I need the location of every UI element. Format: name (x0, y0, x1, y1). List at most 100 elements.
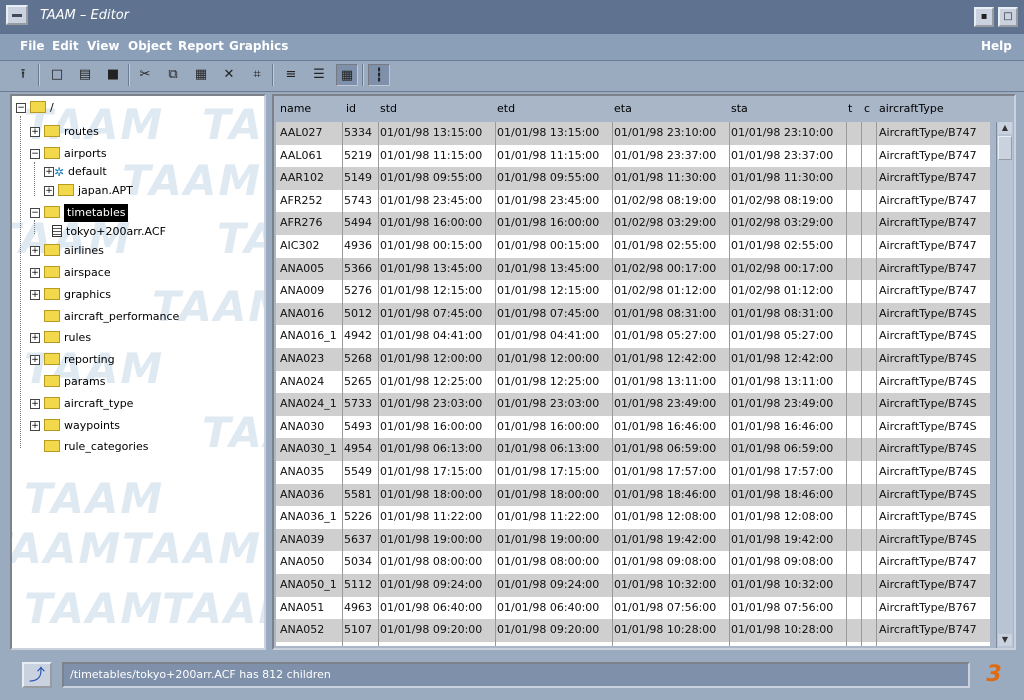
new-file-icon[interactable]: □ (46, 64, 68, 86)
table-view-icon[interactable]: ▦ (336, 64, 358, 86)
cell-etd: 01/01/98 16:00:00 (497, 419, 600, 433)
menu-help[interactable]: Help (981, 39, 1012, 53)
status-message: /timetables/tokyo+200arr.ACF has 812 chi… (62, 662, 970, 688)
column-header-etd[interactable]: etd (497, 102, 515, 115)
cell-aircraft-type: AircraftType/B747 (879, 578, 977, 591)
find-icon[interactable]: ⌗ (246, 64, 268, 86)
save-icon[interactable]: ■ (102, 64, 124, 86)
table-row[interactable]: AFR252 5743 01/01/98 23:45:00 01/01/98 23:4… (276, 189, 990, 213)
cut-icon[interactable]: ✂ (134, 64, 156, 86)
expand-icon[interactable]: + (30, 355, 40, 365)
expand-icon[interactable]: + (44, 167, 54, 177)
table-row[interactable]: ANA035 5549 01/01/98 17:15:00 01/01/98 17:1… (276, 461, 990, 484)
maximize-button[interactable]: □ (998, 7, 1018, 27)
collapse-icon[interactable]: − (30, 149, 40, 159)
table-row[interactable]: ANA005 5366 01/01/98 13:45:00 01/01/98 13:4… (276, 257, 990, 281)
menu-report[interactable]: Report (178, 39, 224, 53)
table-row[interactable]: AIC302 4936 01/01/98 00:15:00 01/01/98 00:1… (276, 235, 990, 258)
scrollbar-thumb[interactable] (998, 136, 1012, 160)
collapse-icon[interactable]: − (30, 208, 40, 218)
folder-icon (44, 419, 60, 431)
up-folder-icon[interactable]: ⭱ (12, 64, 34, 86)
column-header-name[interactable]: name (280, 102, 311, 115)
table-row[interactable]: ANA024 5265 01/01/98 12:25:00 01/01/98 12:2… (276, 370, 990, 394)
menu-edit[interactable]: Edit (52, 39, 79, 53)
table-row[interactable]: ANA023 5268 01/01/98 12:00:00 01/01/98 12:0… (276, 348, 990, 371)
table-row[interactable]: AAL027 5334 01/01/98 13:15:00 01/01/98 13:1… (276, 122, 990, 145)
cell-std: 01/01/98 09:24:00 (380, 578, 483, 591)
table-body[interactable]: AAL027 5334 01/01/98 13:15:00 01/01/98 13:1… (276, 122, 990, 646)
table-row[interactable]: AAR102 5149 01/01/98 09:55:00 01/01/98 09:5… (276, 167, 990, 190)
copy-icon[interactable]: ⧉ (162, 64, 184, 86)
delete-icon[interactable]: ✕ (218, 64, 240, 86)
window-title: TAAM – Editor (40, 8, 129, 23)
expand-icon[interactable]: + (30, 421, 40, 431)
file-icon (52, 225, 62, 237)
column-header-t[interactable]: t (848, 102, 852, 115)
column-header-c[interactable]: c (864, 102, 870, 115)
table-row[interactable]: ANA050_1 5112 01/01/98 09:24:00 01/01/98 09… (276, 574, 990, 597)
menu-graphics[interactable]: Graphics (229, 39, 288, 53)
cell-etd: 01/01/98 11:15:00 (497, 148, 600, 162)
tree-pane[interactable]: TAAM TA TAAM TAAM TA TAAM TAAM TAAM TAAM… (10, 94, 266, 650)
expand-icon[interactable]: + (44, 186, 54, 196)
scroll-down-icon[interactable]: ▼ (998, 634, 1012, 646)
rename-icon[interactable]: ≡ (280, 64, 302, 86)
expand-icon[interactable]: + (30, 333, 40, 343)
table-row[interactable]: AAL061 5219 01/01/98 11:15:00 01/01/98 11:1… (276, 144, 990, 168)
list-view-icon[interactable]: ☰ (308, 64, 330, 86)
table-row[interactable]: ANA009 5276 01/01/98 12:15:00 01/01/98 12:1… (276, 280, 990, 303)
cell-etd: 01/01/98 09:24:00 (497, 578, 600, 591)
minimize-button[interactable]: ▪ (974, 7, 994, 27)
expand-icon[interactable]: + (30, 127, 40, 137)
table-row[interactable]: ANA030 5493 01/01/98 16:00:00 01/01/98 16:0… (276, 415, 990, 439)
table-row[interactable]: ANA030_1 4954 01/01/98 06:13:00 01/01/98 06… (276, 438, 990, 461)
cell-name: AAL061 (280, 148, 323, 162)
menu-object[interactable]: Object (128, 39, 172, 53)
expand-icon[interactable]: + (30, 246, 40, 256)
cell-std: 01/01/98 07:45:00 (380, 306, 483, 320)
menu-file[interactable]: File (20, 39, 45, 53)
tree-view-icon[interactable]: ┇ (368, 64, 390, 86)
folder-icon (30, 101, 46, 113)
cell-sta: 01/01/98 19:42:00 (731, 532, 834, 546)
table-row[interactable]: ANA016_1 4942 01/01/98 04:41:00 01/01/98 04… (276, 325, 990, 348)
window-menu-button[interactable] (6, 5, 28, 25)
expand-icon[interactable]: + (30, 399, 40, 409)
table-row[interactable]: AFR276 5494 01/01/98 16:00:00 01/01/98 16:0… (276, 212, 990, 235)
table-row[interactable]: ANA050 5034 01/01/98 08:00:00 01/01/98 08:0… (276, 551, 990, 574)
cell-aircraft-type: AircraftType/B747 (879, 623, 977, 637)
open-folder-icon[interactable]: ▤ (74, 64, 96, 86)
cell-eta: 01/01/98 12:42:00 (614, 352, 717, 365)
cell-etd: 01/01/98 18:00:00 (497, 487, 600, 501)
table-row[interactable]: ANA036 5581 01/01/98 18:00:00 01/01/98 18:0… (276, 483, 990, 507)
navigate-up-icon[interactable]: ⤴ (22, 662, 52, 688)
cell-aircraft-type: AircraftType/B74S (879, 374, 977, 388)
column-header-id[interactable]: id (346, 102, 356, 115)
paste-icon[interactable]: ▦ (190, 64, 212, 86)
table-row[interactable]: ANA051 4963 01/01/98 06:40:00 01/01/98 06:4… (276, 596, 990, 620)
cell-id: 5494 (344, 216, 372, 230)
table-row[interactable]: ANA052 5107 01/01/98 09:20:00 01/01/98 09:2… (276, 619, 990, 642)
folder-icon (44, 310, 60, 322)
table-row[interactable]: ANA036_1 5226 01/01/98 11:22:00 01/01/98 11… (276, 506, 990, 529)
column-header-sta[interactable]: sta (731, 102, 748, 115)
table-row[interactable]: ANA039 5637 01/01/98 19:00:00 01/01/98 19:0… (276, 528, 990, 552)
cell-etd: 01/01/98 11:22:00 (497, 510, 600, 524)
column-header-std[interactable]: std (380, 102, 397, 115)
scroll-up-icon[interactable]: ▲ (998, 122, 1012, 134)
cell-name: ANA016 (280, 306, 325, 320)
vertical-scrollbar[interactable]: ▲ ▼ (996, 122, 1013, 648)
expand-icon[interactable]: + (30, 268, 40, 278)
column-header-aircraft-type[interactable]: aircraftType (879, 102, 944, 115)
cell-etd: 01/01/98 12:00:00 (497, 352, 600, 365)
column-header-eta[interactable]: eta (614, 102, 632, 115)
collapse-icon[interactable]: − (16, 103, 26, 113)
expand-icon[interactable]: + (30, 290, 40, 300)
table-row[interactable]: ANA016 5012 01/01/98 07:45:00 01/01/98 07:4… (276, 302, 990, 326)
column-divider (342, 122, 343, 646)
table-row[interactable]: ANA024_1 5733 01/01/98 23:03:00 01/01/98 23… (276, 393, 990, 416)
cell-std: 01/01/98 09:20:00 (380, 623, 483, 637)
table-pane[interactable]: name id std etd eta sta t c aircraftType… (272, 94, 1016, 650)
menu-view[interactable]: View (87, 39, 119, 53)
